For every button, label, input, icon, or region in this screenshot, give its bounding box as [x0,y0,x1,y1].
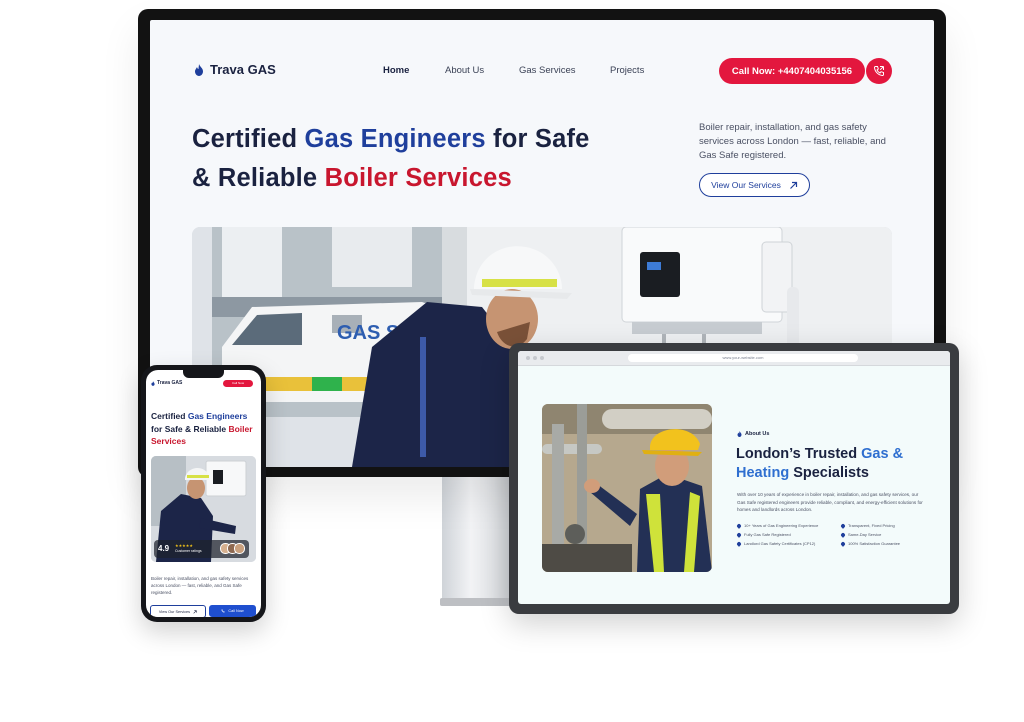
hero-highlight-blue: Gas Engineers [304,125,486,153]
feature-text: 100% Satisfaction Guarantee [848,541,901,546]
rating-stars: ★★★★★ [175,543,193,548]
feature-text: Same-Day Service [848,532,882,537]
hero-highlight-red: Boiler Services [324,164,512,192]
feature-text: Transparent, Fixed Pricing [848,523,895,528]
phone-device: Trava GAS Call Now Certified Gas Enginee… [141,365,266,622]
feature-text: Landlord Gas Safety Certificates (CP12) [744,541,816,546]
flame-bullet-icon [840,531,846,538]
flame-bullet-icon [840,522,846,529]
phone-logo-text: Trava GAS [157,380,183,386]
avatar [234,543,245,554]
feature-list: 10+ Years of Gas Engineering Experience … [736,522,937,547]
flame-bullet-icon [736,540,742,547]
customer-rating-badge: 4.9 ★★★★★ Customer ratings [154,540,249,558]
phone-logo[interactable]: Trava GAS [151,380,182,386]
hero-description: Boiler repair, installation, and gas saf… [699,122,886,161]
phone-view-services-button[interactable]: View Our Services [150,605,206,617]
phone-hero-description: Boiler repair, installation, and gas saf… [151,576,249,595]
heading-highlight-red: Boiler [228,423,253,434]
hero-heading: Certified Gas Engineers for Safe & Relia… [192,120,672,198]
phone-call-now-button[interactable]: Call Now [223,380,253,387]
hero-text: for Safe [485,125,590,153]
browser-bar: www.your-website.com [518,351,950,366]
heading-text: Certified [151,411,188,421]
flame-bullet-icon [736,522,742,529]
rating-value: 4.9 [158,544,170,553]
hero-text: Certified [192,125,305,153]
hero-text: & Reliable [192,164,325,192]
feature-item: Landlord Gas Safety Certificates (CP12) [736,540,841,547]
window-dot [526,356,530,360]
heading-text: for Safe & Reliable [151,423,229,434]
about-heading: London’s Trusted Gas & Heating Specialis… [736,445,936,483]
phone-call-button[interactable] [866,58,892,84]
button-label: Call Now [228,609,244,613]
feature-item: Transparent, Fixed Pricing [840,522,937,529]
flame-icon [151,380,155,386]
about-us-label: About Us [737,431,769,437]
window-dot [540,356,544,360]
heading-highlight: Heating [736,465,790,481]
feature-item: Same-Day Service [840,531,937,538]
heading-highlight: Gas & [861,446,904,462]
main-nav: Home About Us Gas Services Projects [383,65,644,76]
view-services-label: View Our Services [711,180,781,190]
section-label-text: About Us [745,431,770,437]
tablet-screen: www.your-website.com About Us London’s T… [518,351,950,604]
phone-icon [873,66,884,77]
phone-hero-image: 4.9 ★★★★★ Customer ratings [151,456,256,562]
view-services-button[interactable]: View Our Services [699,173,810,197]
phone-screen: Trava GAS Call Now Certified Gas Enginee… [146,370,261,617]
nav-home[interactable]: Home [383,65,445,76]
url-bar[interactable]: www.your-website.com [628,354,858,362]
feature-text: Fully Gas Safe Registered [744,532,791,537]
nav-about-us[interactable]: About Us [445,65,519,76]
phone-notch [183,370,224,378]
flame-bullet-icon [840,540,846,547]
arrow-up-right-icon [789,181,797,189]
flame-bullet-icon [736,531,742,538]
phone-icon [221,609,225,613]
heading-highlight-red: Services [151,436,186,446]
phone-call-button[interactable]: Call Now [209,605,256,617]
flame-icon [737,431,742,437]
monitor-stand-base [440,598,516,606]
site-logo[interactable]: Trava GAS [194,62,276,77]
nav-projects[interactable]: Projects [610,65,644,76]
heading-highlight-blue: Gas Engineers [187,411,248,421]
heading-text: Specialists [789,465,869,481]
phone-hero-heading: Certified Gas Engineers for Safe & Relia… [151,410,259,448]
button-label: View Our Services [158,609,191,614]
feature-text: 10+ Years of Gas Engineering Experience [744,523,819,528]
feature-item: Fully Gas Safe Registered [736,531,841,538]
rating-label: Customer ratings [175,549,202,553]
window-dot [533,356,537,360]
monitor-stand [442,466,514,606]
heading-text: London’s Trusted [736,446,862,462]
flame-icon [195,63,203,76]
arrow-up-right-icon [193,609,197,614]
logo-text: Trava GAS [210,62,276,77]
call-now-button[interactable]: Call Now: +4407404035156 [719,58,865,84]
nav-gas-services[interactable]: Gas Services [519,65,610,76]
feature-item: 10+ Years of Gas Engineering Experience [736,522,841,529]
feature-item: 100% Satisfaction Guarantee [840,540,937,547]
about-image [542,404,712,572]
about-description: With over 10 years of experience in boil… [737,492,923,512]
tablet-device: www.your-website.com About Us London’s T… [509,343,959,614]
engineer-pipes-photo [542,404,712,572]
